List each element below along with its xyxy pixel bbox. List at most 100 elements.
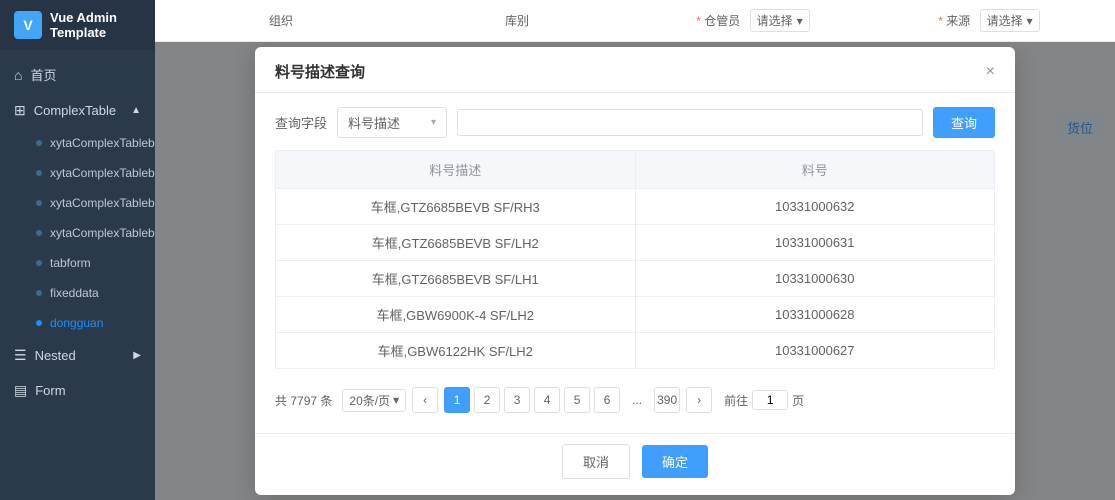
next-page-button[interactable]: › <box>686 387 712 413</box>
cell-desc: 车框,GTZ6685BEVB SF/LH2 <box>276 225 636 260</box>
sidebar-group-nested-label: Nested <box>35 348 76 363</box>
cell-desc: 车框,GBW6122HK SF/LH2 <box>276 333 636 368</box>
search-label: 查询字段 <box>275 113 327 132</box>
pagination: 共 7797 条 20条/页 ▾ ‹ 123456...390 › 前往 <box>275 381 995 419</box>
form-icon: ▤ <box>14 382 27 399</box>
modal-footer: 取消 确定 <box>255 433 1015 495</box>
pagination-total: 共 7797 条 <box>275 392 332 409</box>
table-row[interactable]: 车框,GTZ6685BEVB SF/LH2 10331000631 <box>276 225 994 261</box>
sidebar-sub-item-label: tabform <box>50 256 91 270</box>
chevron-down-icon: ▾ <box>431 117 436 128</box>
sidebar-item-fixeddata[interactable]: fixeddata <box>0 278 155 308</box>
modal-dialog: 料号描述查询 × 查询字段 料号描述 ▾ 查询 <box>255 47 1015 495</box>
confirm-button[interactable]: 确定 <box>642 445 708 478</box>
page-buttons: 123456...390 <box>444 387 680 413</box>
chevron-down-icon: ▾ <box>797 14 803 28</box>
modal-header: 料号描述查询 × <box>255 47 1015 93</box>
sidebar-sub-item-label: fixeddata <box>50 286 99 300</box>
prev-page-button[interactable]: ‹ <box>412 387 438 413</box>
cell-desc: 车框,GTZ6685BEVB SF/RH3 <box>276 189 636 224</box>
sidebar-menu: ⌂ 首页 ⊞ ComplexTable ▲ xytaComplexTablebl… <box>0 50 155 500</box>
cell-code: 10331000627 <box>636 335 995 366</box>
sidebar-sub-item-label: xytaComplexTableble <box>50 136 155 150</box>
cell-code: 10331000628 <box>636 299 995 330</box>
sidebar-sub-item-label: dongguan <box>50 316 103 330</box>
dot-icon <box>36 170 42 176</box>
sidebar-sub-item-label: xytaComplexTableble4 <box>50 196 155 210</box>
cell-desc: 车框,GTZ6685BEVB SF/LH1 <box>276 261 636 296</box>
page-ellipsis: ... <box>624 387 650 413</box>
page-button-1[interactable]: 1 <box>444 387 470 413</box>
dot-icon <box>36 320 42 326</box>
cell-code: 10331000632 <box>636 191 995 222</box>
sidebar-item-home[interactable]: ⌂ 首页 <box>0 56 155 93</box>
search-button[interactable]: 查询 <box>933 107 995 138</box>
sidebar-sub-item-label: xytaComplexTableble5 <box>50 226 155 240</box>
sidebar-group-nested[interactable]: ☰ Nested ▶ <box>0 338 155 373</box>
modal-body: 查询字段 料号描述 ▾ 查询 料号描述 料号 <box>255 93 1015 433</box>
sidebar: V Vue Admin Template ⌂ 首页 ⊞ ComplexTable… <box>0 0 155 500</box>
col-header-desc: 料号描述 <box>276 151 636 188</box>
table-row[interactable]: 车框,GTZ6685BEVB SF/LH1 10331000630 <box>276 261 994 297</box>
page-button-390[interactable]: 390 <box>654 387 680 413</box>
modal-table-body: 车框,GTZ6685BEVB SF/RH3 10331000632 车框,GTZ… <box>276 189 994 368</box>
nested-icon: ☰ <box>14 347 27 364</box>
search-bar: 查询字段 料号描述 ▾ 查询 <box>275 107 995 138</box>
cell-desc: 车框,GBW6900K-4 SF/LH2 <box>276 297 636 332</box>
field-select[interactable]: 料号描述 ▾ <box>337 107 447 138</box>
manager-select[interactable]: 请选择 ▾ <box>750 9 810 32</box>
home-icon: ⌂ <box>14 67 22 83</box>
cancel-button[interactable]: 取消 <box>562 444 630 479</box>
chevron-right-icon: ▶ <box>133 350 141 361</box>
manager-placeholder: 请选择 <box>757 12 793 29</box>
table-row[interactable]: 车框,GBW6122HK SF/LH2 10331000627 <box>276 333 994 368</box>
cell-code: 10331000630 <box>636 263 995 294</box>
page-button-2[interactable]: 2 <box>474 387 500 413</box>
complex-table-icon: ⊞ <box>14 102 26 119</box>
table-row[interactable]: 车框,GBW6900K-4 SF/LH2 10331000628 <box>276 297 994 333</box>
dot-icon <box>36 230 42 236</box>
sidebar-item-xyta5[interactable]: xytaComplexTableble5 <box>0 218 155 248</box>
col-header-warehouse: 库别 <box>403 12 631 29</box>
sidebar-sub-item-label: xytaComplexTableble1 <box>50 166 155 180</box>
cell-code: 10331000631 <box>636 227 995 258</box>
logo-icon: V <box>14 11 42 39</box>
logo-text: Vue Admin Template <box>50 10 141 40</box>
goto-input[interactable] <box>752 390 788 410</box>
sidebar-item-home-label: 首页 <box>30 65 56 84</box>
source-placeholder: 请选择 <box>987 12 1023 29</box>
sidebar-group-complex-table[interactable]: ⊞ ComplexTable ▲ <box>0 93 155 128</box>
page-goto: 前往 页 <box>724 390 804 410</box>
search-input[interactable] <box>457 109 923 136</box>
sidebar-group-form-label: Form <box>35 383 65 398</box>
table-row[interactable]: 车框,GTZ6685BEVB SF/RH3 10331000632 <box>276 189 994 225</box>
modal-overlay: 料号描述查询 × 查询字段 料号描述 ▾ 查询 <box>155 42 1115 500</box>
sidebar-item-xyta1[interactable]: xytaComplexTableble1 <box>0 158 155 188</box>
sidebar-item-xyta4[interactable]: xytaComplexTableble4 <box>0 188 155 218</box>
page-button-3[interactable]: 3 <box>504 387 530 413</box>
page-button-6[interactable]: 6 <box>594 387 620 413</box>
sidebar-item-xyta0[interactable]: xytaComplexTableble <box>0 128 155 158</box>
page-button-5[interactable]: 5 <box>564 387 590 413</box>
page-button-4[interactable]: 4 <box>534 387 560 413</box>
sidebar-item-dongguan[interactable]: dongguan <box>0 308 155 338</box>
sidebar-logo: V Vue Admin Template <box>0 0 155 50</box>
chevron-down-icon: ▾ <box>1027 14 1033 28</box>
page-size-select[interactable]: 20条/页 ▾ <box>342 389 406 412</box>
sidebar-item-tabform[interactable]: tabform <box>0 248 155 278</box>
col-header-org: 组织 <box>167 12 395 29</box>
col-header-code: 料号 <box>636 151 995 188</box>
col-header-manager: * 仓管员 请选择 ▾ <box>639 9 867 32</box>
chevron-up-icon: ▲ <box>131 105 141 116</box>
main-table-header: 组织 库别 * 仓管员 请选择 ▾ * 来源 请选择 ▾ <box>155 0 1115 42</box>
modal-table-header: 料号描述 料号 <box>276 151 994 189</box>
modal-close-button[interactable]: × <box>986 64 995 80</box>
chevron-down-icon: ▾ <box>393 393 399 407</box>
modal-title: 料号描述查询 <box>275 61 365 82</box>
source-select[interactable]: 请选择 ▾ <box>980 9 1040 32</box>
field-value: 料号描述 <box>348 113 400 132</box>
dot-icon <box>36 140 42 146</box>
dot-icon <box>36 290 42 296</box>
main-body: 货位 料号描述查询 × 查询字段 料号描述 ▾ <box>155 42 1115 500</box>
sidebar-group-form[interactable]: ▤ Form <box>0 373 155 408</box>
